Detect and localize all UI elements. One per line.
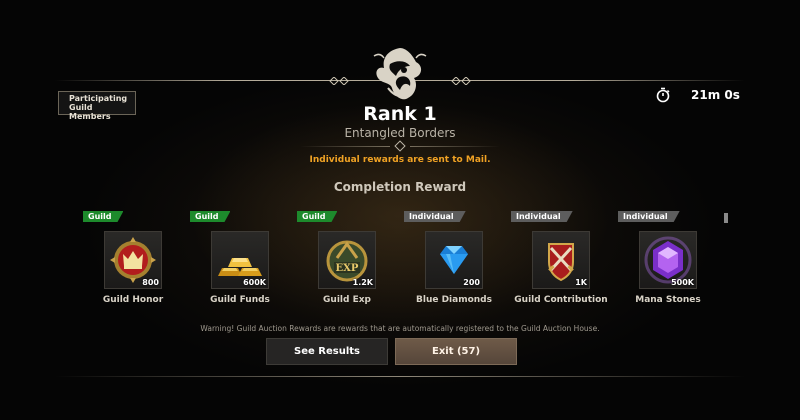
reward-quantity: 1.2K: [352, 278, 373, 287]
reward-item[interactable]: Individual 200 Blue Diamonds: [404, 211, 504, 311]
reward-item[interactable]: Guild 800 Guild Honor: [83, 211, 183, 311]
rank-subtitle: Entangled Borders: [344, 126, 456, 140]
reward-icon-box: EXP 1.2K: [318, 231, 376, 289]
reward-item[interactable]: Guild EXP 1.2K Guild Exp: [297, 211, 397, 311]
see-results-label: See Results: [294, 346, 360, 357]
reward-icon-box: 200: [425, 231, 483, 289]
timer: 21m 0s: [655, 86, 740, 104]
reward-item[interactable]: Individual 500K Mana Stones: [618, 211, 718, 311]
reward-item[interactable]: Guild 600K Guild Funds: [190, 211, 290, 311]
reward-tag: Guild: [297, 211, 337, 222]
reward-tag: Individual: [511, 211, 573, 222]
reward-quantity: 600K: [243, 278, 266, 287]
rank-title: Rank 1: [363, 103, 437, 125]
reward-quantity: 200: [463, 278, 480, 287]
reward-tag: Guild: [83, 211, 123, 222]
ornament-right-icon: [451, 77, 471, 85]
reward-icon-box: 600K: [211, 231, 269, 289]
reward-quantity: 1K: [575, 278, 587, 287]
bottom-divider: [55, 376, 745, 377]
section-title: Completion Reward: [333, 180, 467, 194]
reward-name: Mana Stones: [635, 295, 701, 305]
reward-screen: Participating Guild Members 21m 0s Rank …: [0, 0, 800, 420]
scroll-edge-indicator: [724, 213, 728, 223]
subtitle-divider-left: [300, 146, 390, 147]
timer-text: 21m 0s: [691, 88, 740, 102]
ornament-left-icon: [329, 77, 349, 85]
svg-text:EXP: EXP: [336, 263, 359, 274]
subtitle-diamond-icon: [394, 140, 406, 152]
auction-warning: Warning! Guild Auction Rewards are rewar…: [200, 324, 600, 333]
see-results-button[interactable]: See Results: [266, 338, 388, 365]
reward-quantity: 800: [142, 278, 159, 287]
reward-icon-box: 1K: [532, 231, 590, 289]
exit-button[interactable]: Exit (57): [395, 338, 517, 365]
exit-label: Exit (57): [431, 346, 481, 357]
reward-item[interactable]: Individual 1K Guild Contribution: [511, 211, 611, 311]
reward-tag: Individual: [618, 211, 680, 222]
reward-tag: Guild: [190, 211, 230, 222]
reward-icon-box: 800: [104, 231, 162, 289]
subtitle-divider-right: [410, 146, 500, 147]
rank-emblem-icon: [373, 48, 427, 100]
reward-icon-box: 500K: [639, 231, 697, 289]
timer-icon: [656, 87, 670, 103]
reward-quantity: 500K: [671, 278, 694, 287]
mail-note: Individual rewards are sent to Mail.: [309, 155, 491, 165]
reward-tag: Individual: [404, 211, 466, 222]
